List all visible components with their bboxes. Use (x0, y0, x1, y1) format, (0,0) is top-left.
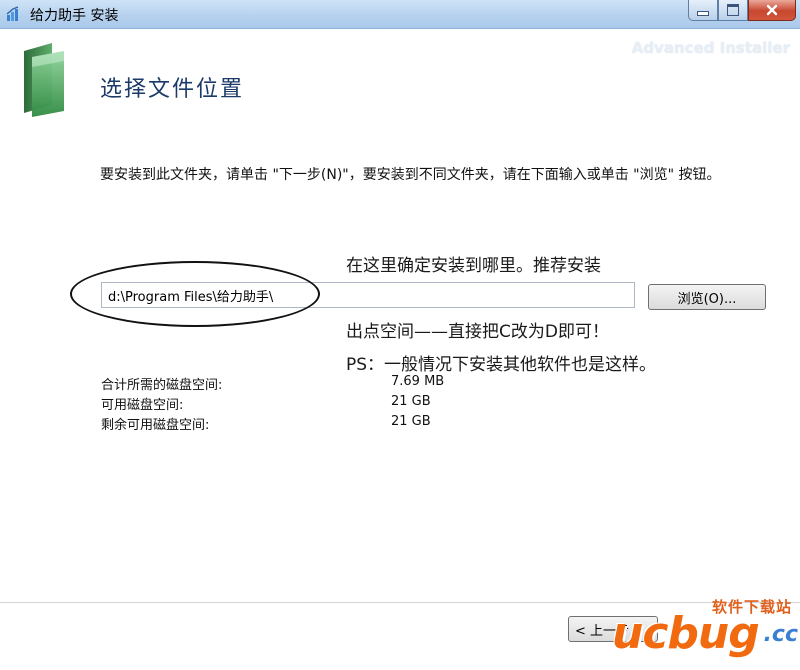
installer-app-icon (6, 6, 19, 21)
brand-domain: .cc (763, 622, 798, 647)
disk-row-remaining: 剩余可用磁盘空间: 21 GB (101, 414, 561, 434)
minimize-icon (697, 11, 709, 16)
brand-name: ucbug (612, 608, 760, 659)
install-path-input[interactable] (101, 282, 635, 308)
annotation-line: 出点空间——直接把C改为D即可！ (346, 322, 609, 342)
disk-value: 21 GB (391, 414, 431, 429)
window-title: 给力助手 安装 (30, 8, 119, 24)
disk-row-required: 合计所需的磁盘空间: 7.69 MB (101, 374, 561, 394)
maximize-icon (727, 4, 739, 16)
browse-button[interactable]: 浏览(O)... (648, 284, 766, 310)
close-icon (766, 4, 778, 16)
disk-row-available: 可用磁盘空间: 21 GB (101, 394, 561, 414)
page-header: 选择文件位置 Advanced Installer (0, 29, 800, 125)
page-title: 选择文件位置 (100, 77, 245, 102)
title-bar[interactable]: 给力助手 安装 (0, 0, 800, 29)
annotation-line: 在这里确定安装到哪里。推荐安装 (346, 256, 601, 276)
disk-value: 7.69 MB (391, 374, 445, 389)
green-folder-icon (24, 43, 64, 117)
installer-window: 给力助手 安装 选择文件位置 Advanced Installer 要安装到此文… (0, 0, 800, 670)
disk-value: 21 GB (391, 394, 431, 409)
minimize-button[interactable] (688, 0, 718, 21)
maximize-button[interactable] (718, 0, 748, 21)
disk-label: 可用磁盘空间: (101, 398, 184, 413)
ucbug-logo: 软件下载站 ucbug .cc (612, 596, 798, 666)
disk-space-info: 合计所需的磁盘空间: 7.69 MB 可用磁盘空间: 21 GB 剩余可用磁盘空… (101, 374, 561, 434)
annotation-note: 在这里确定安装到哪里。推荐安装 到C盘以外的盘符，给系统盘多留 出点空间——直接… (346, 250, 666, 382)
instruction-text: 要安装到此文件夹，请单击 "下一步(N)"，要安装到不同文件夹，请在下面输入或单… (100, 167, 721, 183)
advanced-installer-watermark: Advanced Installer (631, 39, 790, 57)
close-button[interactable] (748, 0, 796, 21)
disk-label: 合计所需的磁盘空间: (101, 378, 223, 393)
window-controls (688, 0, 796, 22)
disk-label: 剩余可用磁盘空间: (101, 418, 210, 433)
